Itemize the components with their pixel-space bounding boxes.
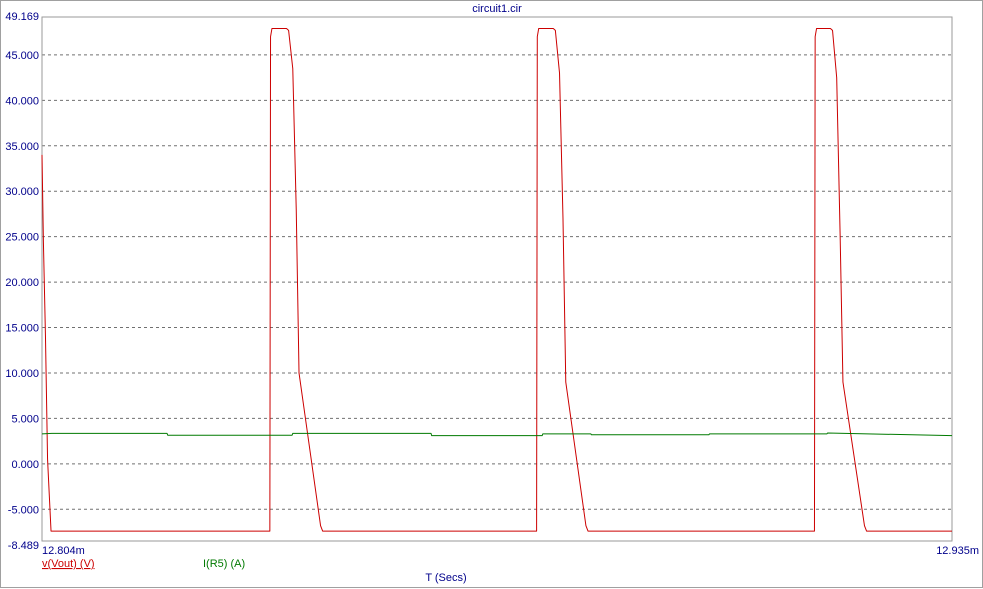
y-tick-label: 0.000: [11, 459, 39, 471]
y-tick-label: 49.169: [5, 11, 39, 23]
y-tick-label: 5.000: [11, 413, 39, 425]
y-tick-label: 35.000: [5, 141, 39, 153]
x-axis-label: T (Secs): [425, 572, 466, 584]
y-tick-label: 10.000: [5, 368, 39, 380]
series-line-1: [41, 432, 953, 437]
y-tick-label: 45.000: [5, 50, 39, 62]
series-layer: [41, 28, 953, 532]
y-tick-label: 30.000: [5, 186, 39, 198]
x-tick-label-end: 12.935m: [936, 545, 979, 557]
chart-svg: 49.169 45.000 40.000 35.000 30.000 25.000 20.0…: [5, 3, 979, 584]
y-tick-label: 15.000: [5, 323, 39, 335]
chart-title: circuit1.cir: [472, 3, 522, 15]
legend-series-ir5: I(R5) (A): [203, 558, 245, 570]
series-line-0: [41, 28, 952, 532]
chart-window: 49.169 45.000 40.000 35.000 30.000 25.000 20.0…: [0, 0, 983, 588]
x-tick-label-start: 12.804m: [42, 545, 85, 557]
y-tick-label: 25.000: [5, 232, 39, 244]
y-tick-label: 20.000: [5, 277, 39, 289]
y-tick-label: -5.000: [8, 504, 39, 516]
y-axis-ticks: 49.169 45.000 40.000 35.000 30.000 25.000 20.0…: [5, 11, 39, 552]
legend-series-vout: v(Vout) (V): [42, 558, 95, 570]
y-tick-label: -8.489: [8, 540, 39, 552]
y-tick-label: 40.000: [5, 95, 39, 107]
